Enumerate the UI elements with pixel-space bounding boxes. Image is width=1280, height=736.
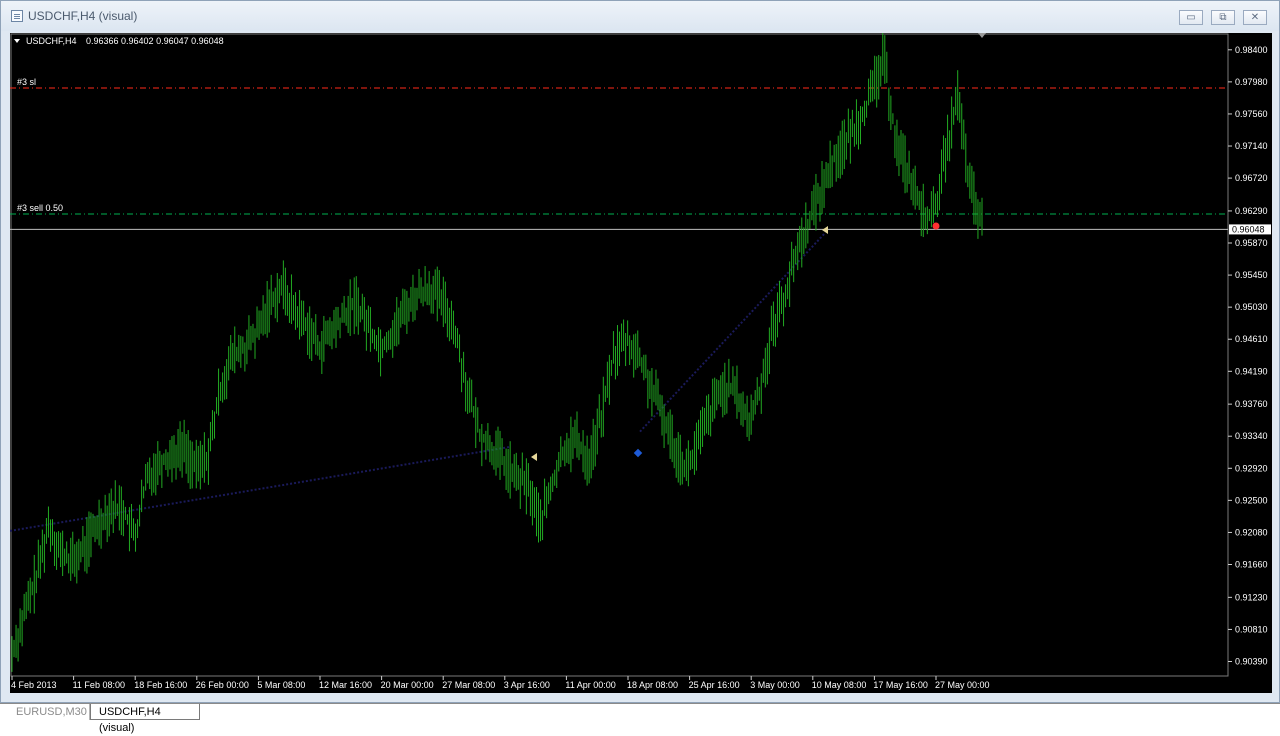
price-label: 0.97140 [1235,141,1268,151]
time-label: 3 May 00:00 [750,680,800,690]
minimize-button[interactable]: ▭ [1179,10,1203,25]
price-label: 0.93760 [1235,399,1268,409]
time-label: 10 May 08:00 [812,680,867,690]
time-label: 5 Mar 08:00 [257,680,305,690]
title-bar[interactable]: USDCHF,H4 (visual) ▭ ⧉ ✕ [1,1,1279,31]
price-label: 0.96720 [1235,173,1268,183]
price-label: 0.91230 [1235,592,1268,602]
ohlc-values: 0.96366 0.96402 0.96047 0.96048 [86,36,224,46]
time-label: 27 Mar 08:00 [442,680,495,690]
price-label: 0.95870 [1235,238,1268,248]
window-title: USDCHF,H4 (visual) [28,9,138,23]
chart-tab-bar: EURUSD,M30 USDCHF,H4 (visual) [0,703,1280,734]
time-label: 25 Apr 16:00 [689,680,740,690]
time-label: 17 May 16:00 [873,680,928,690]
chart-window: USDCHF,H4 (visual) ▭ ⧉ ✕ USDCHF,H4 0.963… [0,0,1280,703]
price-label: 0.94190 [1235,366,1268,376]
maximize-button[interactable]: ⧉ [1211,10,1235,25]
collapse-triangle-icon[interactable] [14,39,20,43]
symbol-header: USDCHF,H4 [26,36,77,46]
price-label: 0.97980 [1235,77,1268,87]
price-label: 0.97560 [1235,109,1268,119]
time-label: 4 Feb 2013 [11,680,57,690]
close-button[interactable]: ✕ [1243,10,1267,25]
tab-eurusd-m30[interactable]: EURUSD,M30 [8,704,90,720]
time-label: 12 Mar 16:00 [319,680,372,690]
tab-bar-empty [200,704,1270,720]
chart-window-icon [11,10,23,22]
time-label: 3 Apr 16:00 [504,680,550,690]
price-axis: 0.98400 0.97980 0.97560 0.97140 0.96720 0.962… [1228,45,1268,666]
chart-canvas[interactable]: USDCHF,H4 0.96366 0.96402 0.96047 0.9604… [10,33,1272,693]
time-label: 20 Mar 00:00 [381,680,434,690]
tab-usdchf-h4-visual[interactable]: USDCHF,H4 (visual) [90,704,200,734]
time-label: 27 May 00:00 [935,680,990,690]
blue-marker-icon[interactable] [633,448,643,458]
price-label: 0.91660 [1235,560,1268,570]
trend-line [10,445,511,532]
time-axis: 4 Feb 2013 11 Feb 08:00 18 Feb 16:00 26 Feb… [11,676,990,690]
time-label: 11 Apr 00:00 [565,680,615,690]
price-label: 0.98400 [1235,45,1268,55]
time-label: 18 Apr 08:00 [627,680,678,690]
price-label: 0.92500 [1235,495,1268,505]
trade-arrow-icon[interactable] [822,226,828,234]
time-label: 18 Feb 16:00 [134,680,187,690]
time-label: 26 Feb 00:00 [196,680,249,690]
price-label: 0.95450 [1235,270,1268,280]
price-label: 0.93340 [1235,431,1268,441]
order-level-label: #3 sl [17,77,36,87]
price-label: 0.92080 [1235,527,1268,537]
order-level-label: #3 sell 0.50 [17,203,63,213]
red-marker-icon[interactable] [932,222,940,230]
time-label: 11 Feb 08:00 [73,680,125,690]
chart-shift-marker-icon[interactable] [978,33,986,38]
price-label: 0.96290 [1235,206,1268,216]
trade-arrow-icon[interactable] [531,453,537,461]
price-label: 0.94610 [1235,334,1268,344]
price-label: 0.92920 [1235,463,1268,473]
price-label: 0.90390 [1235,656,1268,666]
price-label: 0.95030 [1235,302,1268,312]
current-price-label: 0.96048 [1232,224,1265,234]
price-chart[interactable]: USDCHF,H4 0.96366 0.96402 0.96047 0.9604… [10,33,1272,693]
price-label: 0.90810 [1235,624,1268,634]
price-bars [11,33,983,672]
